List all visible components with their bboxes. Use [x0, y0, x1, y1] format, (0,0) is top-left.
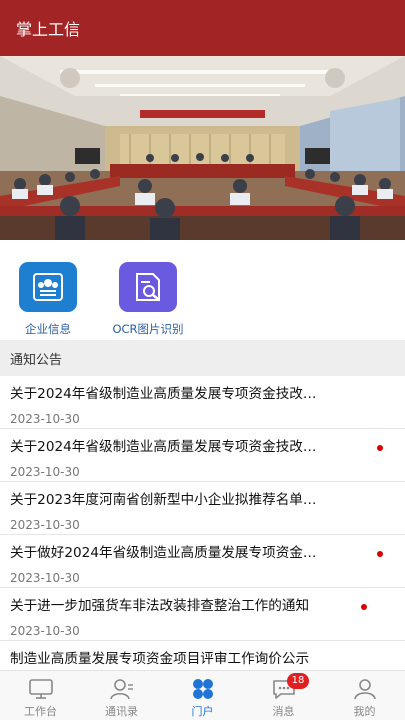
ocr-scan-icon [119, 262, 177, 312]
ocr-recognition-label: OCR图片识别 [112, 322, 184, 336]
unread-dot-icon [377, 445, 383, 451]
meeting-room-photo [0, 56, 405, 240]
notice-date: 2023-10-30 [10, 412, 80, 426]
workbench-icon [0, 671, 81, 701]
profile-icon [324, 671, 405, 701]
tab-label: 我的 [353, 705, 376, 718]
app-title: 掌上工信 [16, 20, 81, 39]
message-icon [243, 671, 324, 701]
tab-label: 通讯录 [105, 705, 138, 718]
tab-portal[interactable]: 门户 [162, 671, 243, 720]
tab-contacts[interactable]: 通讯录 [81, 671, 162, 720]
enterprise-info-button[interactable]: 企业信息 [0, 262, 103, 337]
enterprise-info-label: 企业信息 [25, 322, 71, 336]
banner-image[interactable] [0, 56, 405, 240]
list-item[interactable]: 关于2023年度河南省创新型中小企业拟推荐名单… 2023-10-30 [0, 482, 405, 535]
list-item[interactable]: 关于进一步加强货车非法改装排查整治工作的通知 2023-10-30 [0, 588, 405, 641]
list-item[interactable]: 关于2024年省级制造业高质量发展专项资金技改… 2023-10-30 [0, 429, 405, 482]
list-item[interactable]: 关于做好2024年省级制造业高质量发展专项资金… 2023-10-30 [0, 535, 405, 588]
bottom-tab-bar: 工作台 通讯录 门户 消息 18 我的 [0, 670, 405, 720]
tab-profile[interactable]: 我的 [324, 671, 405, 720]
notice-title: 关于做好2024年省级制造业高质量发展专项资金… [10, 545, 317, 561]
notice-title: 关于2023年度河南省创新型中小企业拟推荐名单… [10, 492, 317, 508]
tab-label: 工作台 [24, 705, 57, 718]
notice-title: 关于2024年省级制造业高质量发展专项资金技改… [10, 386, 317, 402]
notice-date: 2023-10-30 [10, 571, 80, 585]
notice-section-header: 通知公告 [0, 340, 405, 376]
portal-icon [162, 671, 243, 701]
notice-title: 关于进一步加强货车非法改装排查整治工作的通知 [10, 598, 310, 614]
notice-date: 2023-10-30 [10, 465, 80, 479]
tab-workbench[interactable]: 工作台 [0, 671, 81, 720]
enterprise-info-icon [19, 262, 77, 312]
contacts-icon [81, 671, 162, 701]
notice-title: 关于2024年省级制造业高质量发展专项资金技改… [10, 439, 317, 455]
list-item[interactable]: 关于2024年省级制造业高质量发展专项资金技改… 2023-10-30 [0, 376, 405, 429]
notice-title: 制造业高质量发展专项资金项目评审工作询价公示 [10, 651, 310, 667]
message-count-badge: 18 [287, 673, 309, 689]
notice-list: 关于2024年省级制造业高质量发展专项资金技改… 2023-10-30 关于20… [0, 376, 405, 694]
unread-dot-icon [361, 604, 367, 610]
tab-messages[interactable]: 消息 18 [243, 671, 324, 720]
app-header: 掌上工信 [0, 0, 405, 56]
ocr-recognition-button[interactable]: OCR图片识别 [93, 262, 203, 337]
unread-dot-icon [377, 551, 383, 557]
tab-label: 消息 [272, 705, 295, 718]
app-grid: 企业信息 OCR图片识别 [0, 240, 405, 340]
notice-date: 2023-10-30 [10, 624, 80, 638]
tab-label: 门户 [191, 705, 214, 718]
notice-heading: 通知公告 [10, 352, 63, 368]
notice-date: 2023-10-30 [10, 518, 80, 532]
